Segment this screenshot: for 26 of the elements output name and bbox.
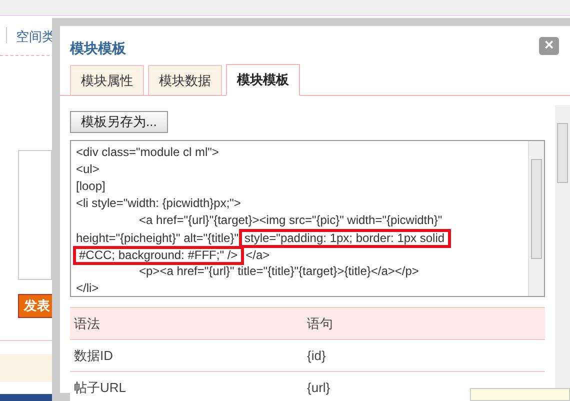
code-text: <p><a href="{url}" title="{title}"{target}>{title}</a></p> <box>139 264 419 278</box>
list-row <box>0 354 52 382</box>
code-text: <ul> <box>76 162 100 176</box>
footer-bar <box>0 394 52 401</box>
tab[interactable]: 模块数据 <box>148 65 222 95</box>
column-header: 语句 <box>307 314 333 333</box>
table-cell-text: 数据ID <box>73 346 114 365</box>
code-text: [loop] <box>76 179 106 193</box>
table-cell-text: {id} <box>307 346 326 365</box>
code-text: <li style="width: {picwidth}px;"> <box>76 196 241 210</box>
save-as-button[interactable]: 模板另存为... <box>70 111 168 133</box>
tab[interactable]: 模块属性 <box>70 65 144 95</box>
code-text: </li> <box>76 281 99 295</box>
code-text: <a href="{url}"{target}><img src="{pic}" width="{picwidth}" <box>139 213 442 227</box>
highlighted-code: #CCC; background: #FFF;" /> <box>73 246 244 265</box>
code-editor[interactable] <box>70 140 545 297</box>
tab[interactable]: 模块模板 <box>226 64 300 96</box>
code-text: </a> <box>246 248 270 262</box>
scrollbar[interactable] <box>528 141 544 296</box>
highlighted-code: style="padding: 1px; border: 1px solid <box>238 229 451 248</box>
table-cell-text: 帖子URL <box>73 378 128 397</box>
code-text: <div class="module cl ml"> <box>76 145 219 159</box>
table-cell-text: {url} <box>307 378 330 397</box>
code-text: height="{picheight}" alt="{title}" <box>76 231 238 245</box>
dialog-title: 模块模板 <box>70 39 126 58</box>
text-area[interactable] <box>18 150 52 280</box>
